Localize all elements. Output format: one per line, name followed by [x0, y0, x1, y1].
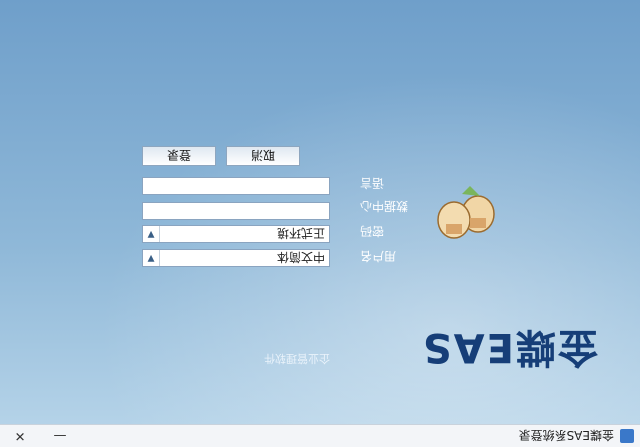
datacenter-select[interactable]: 正式环境 ▼	[142, 225, 330, 243]
title-bar: 金蝶EAS系统登录 — ✕	[0, 424, 640, 447]
window-title: 金蝶EAS系统登录	[518, 428, 614, 443]
app-icon	[620, 429, 634, 443]
language-label: 语言	[360, 176, 385, 190]
datacenter-label: 数据中心	[360, 199, 409, 213]
chevron-down-icon[interactable]: ▼	[143, 226, 160, 242]
chevron-down-icon[interactable]: ▼	[143, 250, 160, 266]
login-button[interactable]: 登录	[142, 146, 216, 166]
user-label: 用户名	[360, 249, 397, 263]
user-input[interactable]	[142, 177, 330, 195]
language-value: 中文简体	[276, 250, 325, 265]
datacenter-value: 正式环境	[276, 226, 325, 241]
close-button[interactable]: ✕	[0, 425, 40, 447]
brand-tagline: 企业管理软件	[264, 352, 330, 365]
cancel-button[interactable]: 取消	[226, 146, 300, 166]
password-label: 密码	[360, 224, 385, 238]
decoration-art-icon	[437, 186, 495, 239]
language-select[interactable]: 中文简体 ▼	[142, 249, 330, 267]
minimize-button[interactable]: —	[40, 425, 80, 447]
brand-logo: 金蝶EAS	[420, 324, 598, 370]
password-input[interactable]	[142, 202, 330, 220]
login-window: 金蝶EAS系统登录 — ✕ 金蝶EAS 企业管理软件 用户名 密码 数据中心 语…	[0, 0, 640, 447]
